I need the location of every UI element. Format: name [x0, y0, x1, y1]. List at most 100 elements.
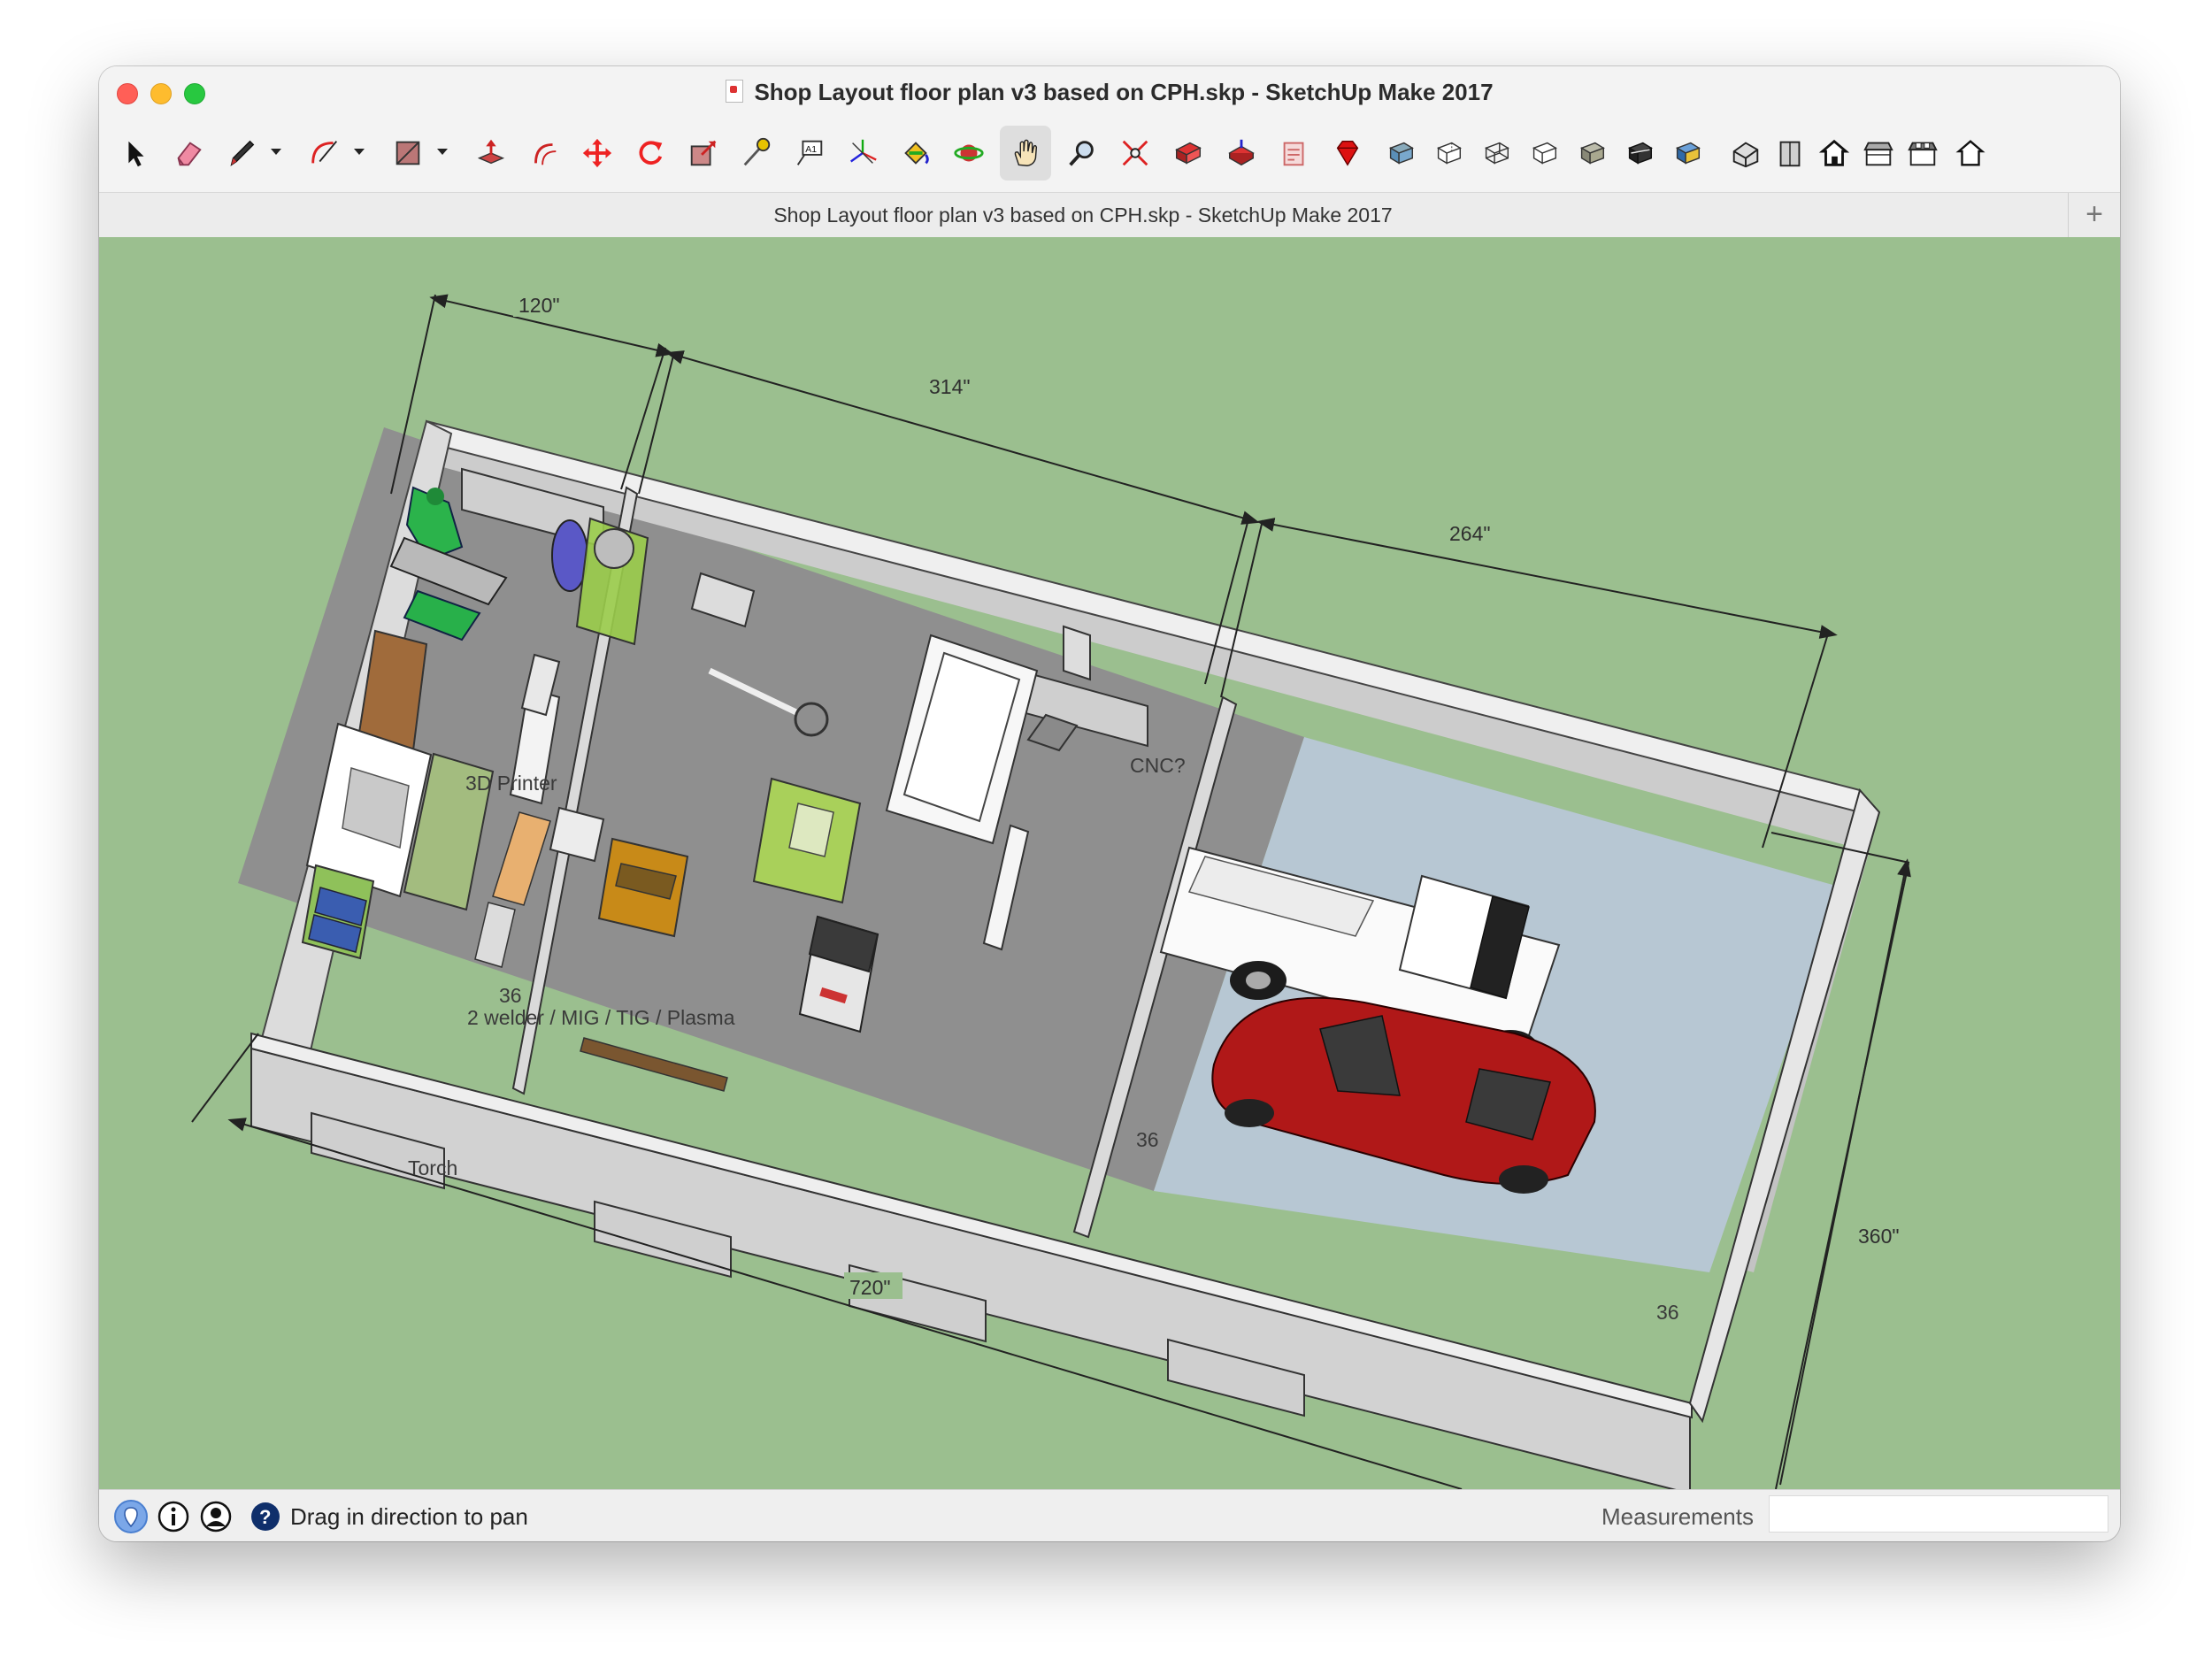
pencil-icon [230, 140, 255, 166]
magnifier-icon [1069, 141, 1094, 166]
zoom-extents-tool-button[interactable] [1113, 128, 1157, 178]
wood-stock [580, 1037, 728, 1092]
shop-floor-plan-model[interactable]: 120" 314" 264" 720" 360" 3D Printer CNC?… [99, 237, 2120, 1489]
model-viewport[interactable]: 120" 314" 264" 720" 360" 3D Printer CNC?… [99, 237, 2120, 1489]
zoom-extents-icon [1122, 140, 1148, 166]
orbit-icon [954, 144, 984, 162]
tape-measure-icon [743, 137, 771, 166]
move-arrows-icon [582, 138, 612, 168]
shaded-cube-icon [1579, 142, 1605, 165]
tape-measure-tool-button[interactable] [734, 128, 779, 178]
zoom-tool-button[interactable] [1060, 128, 1104, 178]
select-tool-button[interactable] [113, 128, 157, 178]
shapes-dropdown-chevron-icon[interactable] [435, 144, 449, 158]
iso-view-button[interactable] [1724, 128, 1768, 178]
label-cnc: CNC? [1130, 754, 1186, 777]
text-label-icon: A1 [796, 140, 823, 165]
xray-style-tool-button[interactable] [1379, 128, 1423, 178]
layout-icon [1283, 142, 1304, 166]
svg-text:A1: A1 [805, 145, 817, 155]
rotate-tool-button[interactable] [628, 128, 672, 178]
line-tool-button[interactable] [219, 128, 264, 178]
document-tab[interactable]: Shop Layout floor plan v3 based on CPH.s… [99, 204, 2067, 227]
push-pull-tool-button[interactable] [469, 128, 513, 178]
rectangle-tool-button[interactable] [386, 128, 430, 178]
hidden-line-style-tool-button[interactable] [1522, 128, 1566, 178]
user-account-icon[interactable] [198, 1499, 234, 1534]
send-to-layout-tool-button[interactable] [1272, 128, 1317, 178]
warehouse-icon [1175, 142, 1202, 165]
hand-pan-icon [1014, 139, 1038, 166]
measurements-input[interactable] [1769, 1495, 2108, 1533]
status-message: Drag in direction to pan [290, 1503, 528, 1530]
shaded-textures-style-tool-button[interactable] [1617, 128, 1662, 178]
ruby-gem-icon [1336, 140, 1359, 166]
extension-warehouse-tool-button[interactable] [1325, 128, 1370, 178]
3d-warehouse-tool-button[interactable] [1166, 128, 1210, 178]
rotate-icon [639, 141, 663, 165]
label-door-height-1: 36 [499, 984, 522, 1007]
rectangle-icon [396, 141, 420, 165]
left-view-button[interactable] [1948, 128, 1993, 178]
move-tool-button[interactable] [575, 128, 619, 178]
paint-bucket-icon [904, 142, 929, 165]
document-icon [726, 80, 744, 103]
label-torch: Torch [408, 1156, 457, 1179]
scale-tool-button[interactable] [681, 128, 726, 178]
text-tool-button[interactable]: A1 [787, 128, 832, 178]
push-pull-icon [477, 139, 505, 165]
label-welder: 2 welder / MIG / TIG / Plasma [467, 1006, 735, 1029]
share-model-icon [1228, 139, 1255, 166]
top-view-button[interactable] [1768, 128, 1812, 178]
right-view-icon [1863, 142, 1893, 166]
dimension-264: 264" [1449, 522, 1491, 545]
geo-location-icon[interactable] [113, 1499, 149, 1534]
eraser-icon [177, 142, 202, 166]
paint-bucket-tool-button[interactable] [894, 128, 938, 178]
title-bar: Shop Layout floor plan v3 based on CPH.s… [99, 66, 2120, 119]
axes-icon [850, 139, 877, 164]
window-title: Shop Layout floor plan v3 based on CPH.s… [99, 79, 2120, 106]
dust-collector[interactable] [575, 517, 649, 646]
pan-tool-button[interactable] [1000, 126, 1051, 181]
textured-cube-icon [1627, 142, 1653, 165]
top-view-icon [1779, 141, 1801, 167]
right-view-button[interactable] [1856, 128, 1901, 178]
arc-tool-button[interactable] [303, 128, 347, 178]
offset-tool-button[interactable] [522, 128, 566, 178]
measurements-label: Measurements [1601, 1503, 1754, 1530]
back-view-icon [1908, 142, 1938, 166]
line-dropdown-chevron-icon[interactable] [269, 144, 283, 158]
front-house-icon [1818, 139, 1850, 166]
back-view-button[interactable] [1901, 128, 1945, 178]
dimension-120: 120" [518, 294, 560, 317]
svg-text:?: ? [259, 1506, 271, 1528]
dimension-720: 720" [849, 1276, 891, 1299]
back-edges-style-tool-button[interactable] [1426, 128, 1471, 178]
dimension-360: 360" [1858, 1225, 1900, 1248]
planer[interactable] [597, 837, 689, 938]
credits-info-icon[interactable] [156, 1499, 191, 1534]
wireframe-style-tool-button[interactable] [1474, 128, 1518, 178]
iso-house-icon [1732, 142, 1759, 168]
monochrome-style-tool-button[interactable] [1665, 128, 1709, 178]
hidden-line-cube-icon [1532, 142, 1557, 165]
help-icon[interactable]: ? [248, 1499, 283, 1534]
label-3d-printer: 3D Printer [465, 772, 557, 795]
tool-chest[interactable] [301, 864, 375, 960]
dimension-314: 314" [929, 375, 971, 398]
new-tab-button[interactable]: + [2068, 193, 2120, 237]
share-model-tool-button[interactable] [1219, 128, 1263, 178]
xray-cube-icon [1388, 142, 1414, 165]
orbit-tool-button[interactable] [947, 128, 991, 178]
window-title-text: Shop Layout floor plan v3 based on CPH.s… [754, 79, 1494, 105]
front-view-button[interactable] [1812, 128, 1856, 178]
shaded-style-tool-button[interactable] [1570, 128, 1614, 178]
main-toolbar: A1 [99, 119, 2120, 192]
axes-tool-button[interactable] [841, 128, 885, 178]
arc-dropdown-chevron-icon[interactable] [352, 144, 366, 158]
arc-icon [311, 141, 338, 164]
arrow-cursor-icon [128, 141, 144, 167]
wireframe-cube-icon [1484, 142, 1509, 165]
eraser-tool-button[interactable] [166, 128, 211, 178]
